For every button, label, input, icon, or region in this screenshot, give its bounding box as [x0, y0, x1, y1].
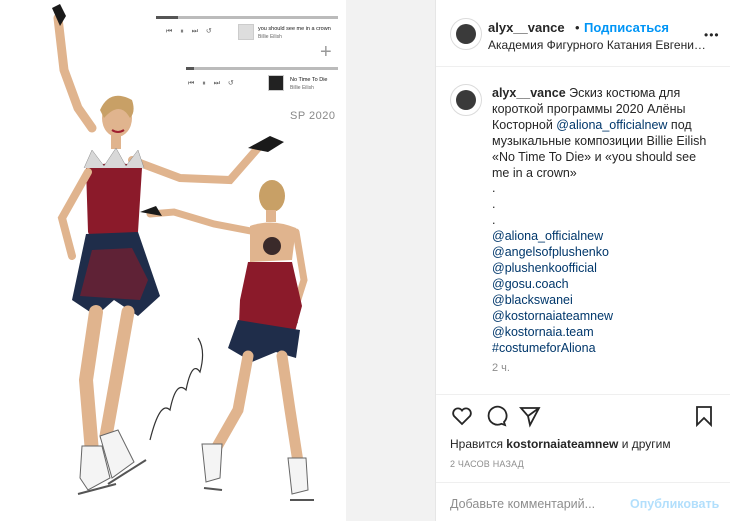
- publish-button[interactable]: Опубликовать: [630, 497, 719, 511]
- follow-button[interactable]: Подписаться: [584, 20, 669, 35]
- liker-username[interactable]: kostornaiateamnew: [506, 437, 618, 451]
- mention-link[interactable]: @blackswanei: [492, 293, 714, 309]
- mention-link[interactable]: @aliona_officialnew: [492, 229, 714, 245]
- caption-text: Косторной: [492, 117, 553, 132]
- caption-text: под: [670, 117, 692, 132]
- post-image[interactable]: ⏮ ⏸ ⏭ ↺ you should see me in a crown Bil…: [0, 0, 436, 521]
- caption-avatar[interactable]: [450, 84, 482, 116]
- mention-link[interactable]: @kostornaiateamnew: [492, 309, 714, 325]
- mention-link[interactable]: @kostornaia.team: [492, 325, 714, 341]
- divider: [436, 394, 730, 395]
- hashtag-link[interactable]: #costumeforAliona: [492, 341, 714, 357]
- costume-sketch: [52, 4, 314, 501]
- caption: alyx__vance Эскиз костюма для короткой п…: [492, 86, 714, 356]
- more-icon[interactable]: •••: [704, 28, 720, 42]
- caption-text: «No Time To Die» и «you should see: [492, 149, 697, 164]
- caption-text: .: [492, 213, 496, 228]
- post-timestamp[interactable]: 2 ЧАСОВ НАЗАД: [450, 459, 524, 469]
- mention-link[interactable]: @gosu.coach: [492, 277, 714, 293]
- caption-text: .: [492, 181, 496, 196]
- location-link[interactable]: Академия Фигурного Катания Евгения Плюще…: [488, 38, 712, 52]
- post-panel: alyx__vance • Подписаться Академия Фигур…: [436, 0, 730, 521]
- bookmark-icon[interactable]: [692, 404, 716, 428]
- figure-back: [140, 180, 314, 501]
- separator-dot: •: [575, 20, 580, 35]
- action-bar: [450, 404, 716, 430]
- caption-time[interactable]: 2 ч.: [492, 362, 510, 374]
- share-icon[interactable]: [518, 404, 542, 428]
- mention-link[interactable]: @angelsofplushenko: [492, 245, 714, 261]
- avatar[interactable]: [450, 18, 482, 50]
- divider: [436, 482, 730, 483]
- signature: [149, 337, 204, 441]
- likes-line: Нравится kostornaiateamnew и другим: [450, 437, 671, 451]
- comment-input[interactable]: Добавьте комментарий...: [450, 497, 595, 511]
- image-side-strip: [346, 0, 436, 521]
- comment-icon[interactable]: [484, 404, 508, 428]
- caption-text: короткой программы 2020 Алёны: [492, 101, 686, 116]
- caption-text: Эскиз костюма для: [569, 86, 681, 100]
- caption-text: me in a crown»: [492, 165, 577, 180]
- caption-username[interactable]: alyx__vance: [492, 86, 566, 100]
- divider: [436, 66, 730, 67]
- caption-text: .: [492, 197, 496, 212]
- mention-link[interactable]: @aliona_officialnew: [556, 118, 667, 132]
- likes-prefix: Нравится: [450, 437, 503, 451]
- username-link[interactable]: alyx__vance: [488, 20, 565, 35]
- likes-suffix[interactable]: и другим: [622, 437, 671, 451]
- heart-icon[interactable]: [450, 404, 474, 428]
- figure-front: [52, 4, 284, 495]
- mention-link[interactable]: @plushenkoofficial: [492, 261, 714, 277]
- caption-text: музыкальные композиции Billie Eilish: [492, 133, 707, 148]
